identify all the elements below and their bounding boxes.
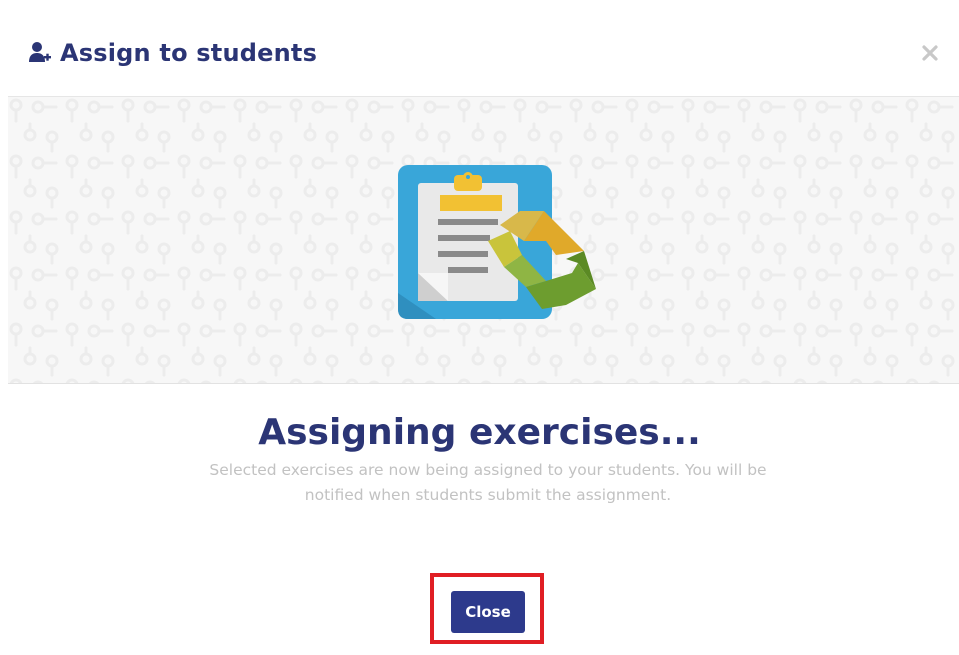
close-button[interactable]: Close xyxy=(451,591,525,633)
add-user-icon xyxy=(29,42,51,62)
status-heading: Assigning exercises... xyxy=(258,412,701,453)
clipboard-sync-icon xyxy=(398,165,596,319)
assign-dialog: Assign to students Assigning exercises..… xyxy=(0,0,959,655)
status-description: Selected exercises are now being assigne… xyxy=(209,461,767,504)
dialog-title: Assign to students xyxy=(60,39,318,67)
illustration-banner xyxy=(8,96,959,384)
close-icon[interactable] xyxy=(917,40,943,66)
dialog-header: Assign to students xyxy=(0,0,959,96)
